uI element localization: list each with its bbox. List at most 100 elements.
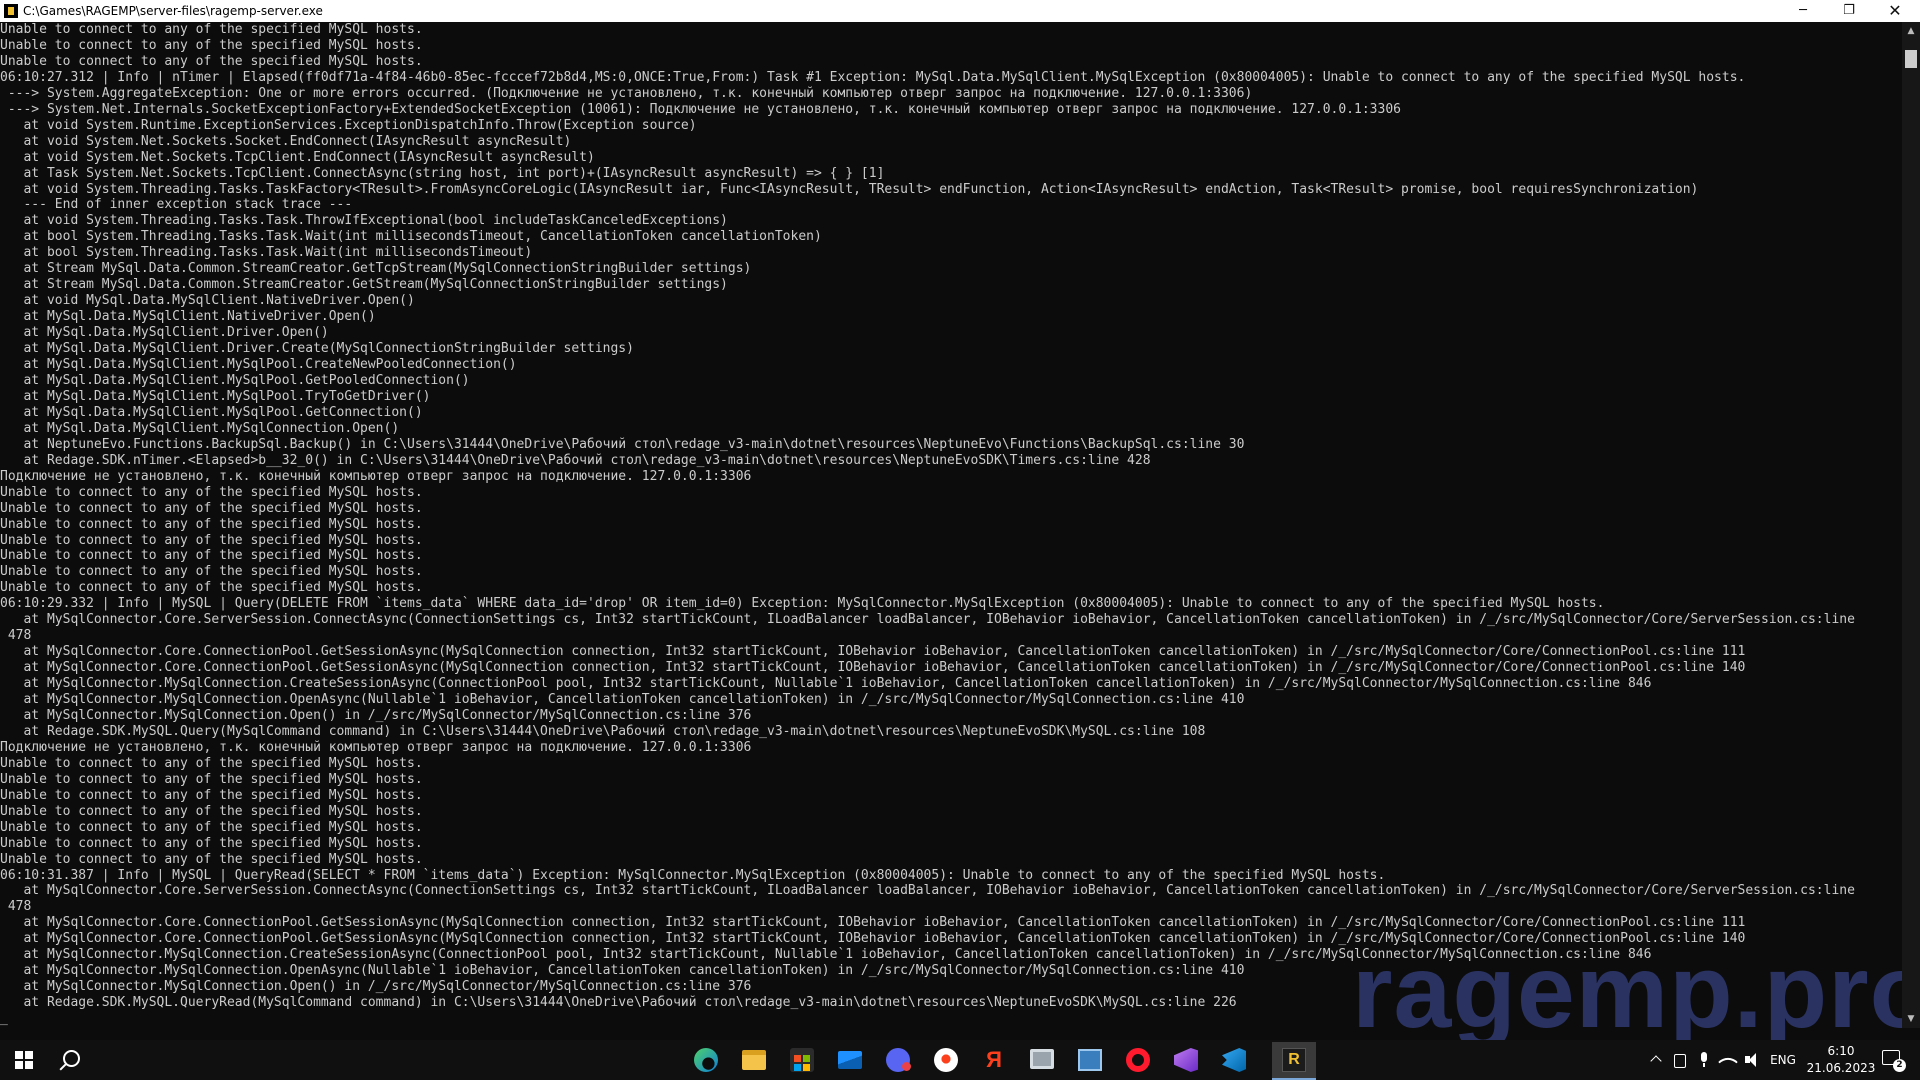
console-line: Unable to connect to any of the specifie… (0, 500, 423, 516)
notification-count-badge: 2 (1893, 1059, 1906, 1072)
console-line: at MySqlConnector.MySqlConnection.Create… (0, 676, 1652, 692)
console-line: at void System.Net.Sockets.Socket.EndCon… (0, 133, 572, 149)
console-line: Unable to connect to any of the specifie… (0, 548, 423, 564)
mail-icon (838, 1051, 862, 1069)
edge-icon (694, 1048, 718, 1072)
taskbar-app-store[interactable] (778, 1040, 826, 1080)
clock-date: 21.06.2023 (1806, 1061, 1876, 1075)
scrollbar-thumb[interactable] (1905, 50, 1917, 68)
taskbar-clock[interactable]: 6:10 21.06.2023 (1806, 1043, 1876, 1077)
console-line: Подключение не установлено, т.к. конечны… (0, 468, 752, 484)
taskbar: Я R ENG 6:10 21.06.2023 2 (0, 1040, 1920, 1080)
store-icon (790, 1048, 814, 1072)
start-button[interactable] (0, 1040, 48, 1080)
console-line: Unable to connect to any of the specifie… (0, 484, 423, 500)
opera-icon (1126, 1048, 1150, 1072)
console-line: at Redage.SDK.nTimer.<Elapsed>b__32_0() … (0, 452, 1151, 468)
console-line: at void System.Threading.Tasks.Task.Thro… (0, 213, 728, 229)
console-line: Unable to connect to any of the specifie… (0, 755, 423, 771)
title-bar[interactable]: C:\Games\RAGEMP\server-files\ragemp-serv… (0, 0, 1920, 22)
console-line: Unable to connect to any of the specifie… (0, 819, 423, 835)
yandex-icon: Я (986, 1047, 1002, 1072)
console-line: Unable to connect to any of the specifie… (0, 580, 423, 596)
console-line: Unable to connect to any of the specifie… (0, 564, 423, 580)
console-line: Unable to connect to any of the specifie… (0, 516, 423, 532)
volume-icon[interactable] (1744, 1052, 1760, 1068)
taskbar-app-terminal[interactable] (1066, 1040, 1114, 1080)
console-line: at bool System.Threading.Tasks.Task.Wait… (0, 245, 533, 261)
console-line: Unable to connect to any of the specifie… (0, 787, 423, 803)
console-line: Unable to connect to any of the specifie… (0, 37, 423, 53)
console-line: Unable to connect to any of the specifie… (0, 22, 423, 37)
search-button[interactable] (48, 1040, 96, 1080)
taskbar-app-vscode[interactable] (1210, 1040, 1258, 1080)
console-line: at void System.Runtime.ExceptionServices… (0, 117, 697, 133)
taskbar-app-file-explorer[interactable] (730, 1040, 778, 1080)
console-line: at MySqlConnector.MySqlConnection.Open()… (0, 707, 752, 723)
scroll-down-arrow-icon[interactable]: ▼ (1902, 1010, 1920, 1028)
console-line: at Redage.SDK.MySQL.Query(MySqlCommand c… (0, 723, 1206, 739)
taskbar-app-yandex-browser[interactable] (922, 1040, 970, 1080)
visual-studio-icon (1174, 1048, 1198, 1072)
console-line: 06:10:27.312 | Info | nTimer | Elapsed(f… (0, 69, 1746, 85)
console-line: at Stream MySql.Data.Common.StreamCreato… (0, 261, 752, 277)
console-line: 06:10:31.387 | Info | MySQL | QueryRead(… (0, 867, 1386, 883)
console-line: at NeptuneEvo.Functions.BackupSql.Backup… (0, 436, 1245, 452)
console-output[interactable]: Unable to connect to any of the specifie… (0, 22, 1900, 1028)
file-explorer-icon (742, 1050, 766, 1070)
taskbar-app-ragemp-active[interactable]: R (1272, 1042, 1316, 1080)
notification-center-icon[interactable]: 2 (1882, 1050, 1906, 1072)
console-line: ---> System.AggregateException: One or m… (0, 85, 1253, 101)
console-line: --- End of inner exception stack trace -… (0, 197, 353, 213)
console-scrollbar[interactable]: ▲ ▼ (1902, 22, 1920, 1028)
yandex-browser-icon (934, 1048, 958, 1072)
console-line: at Task System.Net.Sockets.TcpClient.Con… (0, 165, 885, 181)
remote-desktop-icon (1030, 1049, 1054, 1069)
taskbar-app-remote-desktop[interactable] (1018, 1040, 1066, 1080)
taskbar-app-visual-studio[interactable] (1162, 1040, 1210, 1080)
microphone-icon[interactable] (1696, 1052, 1712, 1068)
console-line: at MySqlConnector.Core.ServerSession.Con… (0, 612, 1855, 628)
minimize-button[interactable]: ─ (1780, 0, 1826, 22)
show-hidden-icons-chevron-icon[interactable] (1648, 1052, 1664, 1068)
taskbar-app-edge[interactable] (682, 1040, 730, 1080)
taskbar-app-mail[interactable] (826, 1040, 874, 1080)
console-line: at MySql.Data.MySqlClient.Driver.Create(… (0, 341, 634, 357)
console-line: at void MySql.Data.MySqlClient.NativeDri… (0, 293, 415, 309)
console-line: Unable to connect to any of the specifie… (0, 771, 423, 787)
vscode-icon (1222, 1048, 1246, 1072)
console-line: at MySql.Data.MySqlClient.MySqlPool.GetP… (0, 372, 470, 388)
console-line: at Stream MySql.Data.Common.StreamCreato… (0, 277, 728, 293)
console-line: ---> System.Net.Internals.SocketExceptio… (0, 101, 1401, 117)
watermark-text: ragemp.pro (1352, 934, 1920, 1050)
console-line: 478 (0, 899, 32, 915)
console-line: Unable to connect to any of the specifie… (0, 532, 423, 548)
console-line: at MySqlConnector.MySqlConnection.OpenAs… (0, 692, 1245, 708)
console-line: at MySql.Data.MySqlClient.NativeDriver.O… (0, 309, 376, 325)
console-line: at bool System.Threading.Tasks.Task.Wait… (0, 229, 822, 245)
console-line: at void System.Threading.Tasks.TaskFacto… (0, 181, 1699, 197)
taskbar-app-discord[interactable] (874, 1040, 922, 1080)
tray-app-icon[interactable] (1672, 1052, 1688, 1068)
console-line: Unable to connect to any of the specifie… (0, 803, 423, 819)
console-line: at MySqlConnector.Core.ConnectionPool.Ge… (0, 660, 1746, 676)
input-language-indicator[interactable]: ENG (1768, 1052, 1798, 1068)
ragemp-icon: R (1282, 1048, 1306, 1072)
console-line: at MySqlConnector.Core.ServerSession.Con… (0, 883, 1855, 899)
ragemp-app-icon (4, 4, 18, 18)
console-line: at MySql.Data.MySqlClient.Driver.Open() (0, 325, 329, 341)
restore-button[interactable]: ❐ (1826, 0, 1872, 22)
console-line: Подключение не установлено, т.к. конечны… (0, 739, 752, 755)
close-button[interactable]: ✕ (1872, 0, 1918, 22)
wifi-network-icon[interactable] (1720, 1052, 1736, 1068)
window-title: C:\Games\RAGEMP\server-files\ragemp-serv… (23, 4, 323, 18)
discord-icon (886, 1048, 911, 1072)
windows-start-icon (15, 1051, 33, 1069)
clock-time: 6:10 (1827, 1044, 1855, 1058)
console-line: at void System.Net.Sockets.TcpClient.End… (0, 149, 595, 165)
console-line: Unable to connect to any of the specifie… (0, 835, 423, 851)
console-line: at MySql.Data.MySqlClient.MySqlPool.TryT… (0, 388, 431, 404)
taskbar-app-opera[interactable] (1114, 1040, 1162, 1080)
scroll-up-arrow-icon[interactable]: ▲ (1902, 22, 1920, 40)
taskbar-app-yandex[interactable]: Я (970, 1040, 1018, 1080)
